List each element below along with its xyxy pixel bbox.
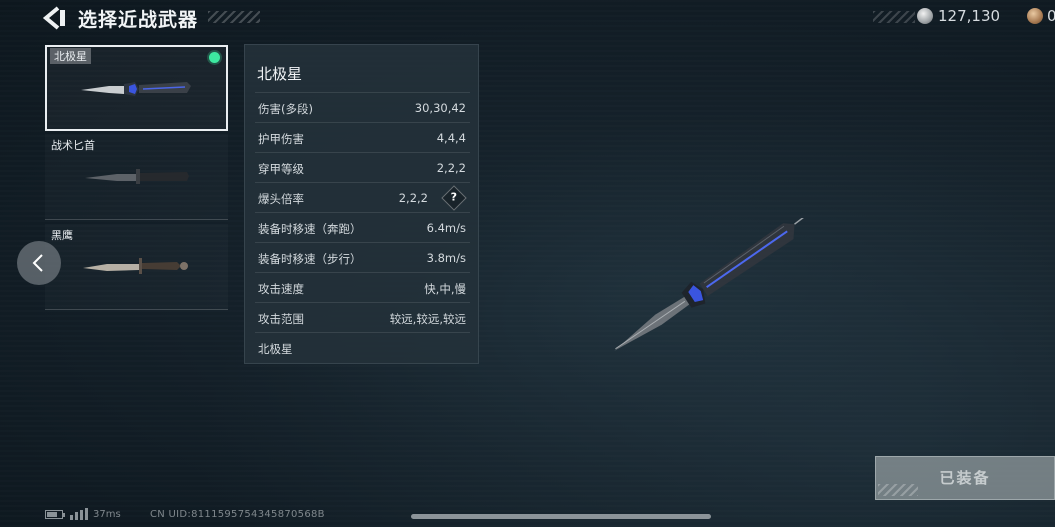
help-icon[interactable]: ? [441,185,467,211]
currency-decoration [873,11,915,23]
bronze-coin-amount: 0 [1047,7,1055,25]
home-indicator[interactable] [411,514,711,519]
status-footer: 37ms CN UID:8111595754345870568B [0,505,1055,527]
silver-coin-icon [917,8,933,24]
polaris-knife-render [614,218,807,351]
black-eagle-knife-image [83,258,188,274]
weapon-card-polaris[interactable]: 北极星 [45,45,228,131]
stat-value: 较远,较远,较远 [389,312,466,326]
stat-label: 装备时移速（奔跑） [258,222,362,236]
tactical-dagger-image [85,169,189,184]
stat-label: 穿甲等级 [258,162,304,176]
stat-label: 北极星 [258,342,293,356]
stat-label: 攻击速度 [258,282,304,296]
battery-icon [45,510,65,519]
stat-row-attack-range: 攻击范围 较远,较远,较远 [255,302,470,332]
stat-row-attack-speed: 攻击速度 快,中,慢 [255,272,470,302]
help-icon-glyph: ? [450,190,457,204]
stat-row-penetration: 穿甲等级 2,2,2 [255,152,470,182]
button-decoration [878,484,918,496]
polaris-knife-image [81,82,191,96]
signal-icon [70,508,88,520]
stat-label: 攻击范围 [258,312,304,326]
weapon-card-name: 战术匕首 [51,139,95,152]
bronze-coin-icon [1027,8,1043,24]
weapon-stats-panel: 北极星 伤害(多段) 30,30,42 护甲伤害 4,4,4 穿甲等级 2,2,… [244,44,479,364]
stat-value: 3.8m/s [426,251,466,265]
stat-row-run-speed: 装备时移速（奔跑） 6.4m/s [255,212,470,242]
page-title: 选择近战武器 [78,9,199,31]
back-arrow-icon[interactable] [40,6,68,30]
weapon-card-tactical-dagger[interactable]: 战术匕首 [45,134,228,220]
latency-text: 37ms [93,509,121,520]
stat-row-walk-speed: 装备时移速（步行） 3.8m/s [255,242,470,272]
weapon-card-black-eagle[interactable]: 黑鹰 [45,224,228,310]
title-decoration [208,11,260,23]
chevron-left-icon [32,254,43,272]
equipped-indicator [209,52,220,63]
stat-label: 装备时移速（步行） [258,252,362,266]
stat-label: 护甲伤害 [258,132,304,146]
player-uid: CN UID:8111595754345870568B [150,509,325,520]
stats-panel-title: 北极星 [257,65,303,83]
stat-value: 2,2,2 [398,191,428,205]
stat-value: 2,2,2 [436,161,466,175]
stat-label: 爆头倍率 [258,192,304,206]
stat-value: 30,30,42 [414,101,466,115]
stat-value: 快,中,慢 [424,282,466,296]
previous-button[interactable] [17,241,61,285]
weapon-card-name: 北极星 [50,48,91,64]
stat-label: 伤害(多段) [258,102,313,116]
stat-value: 6.4m/s [426,221,466,235]
top-bar: 选择近战武器 127,130 0 [0,0,1055,36]
stat-value: 4,4,4 [436,131,466,145]
stat-row-damage: 伤害(多段) 30,30,42 [255,92,470,122]
stat-row-headshot-multiplier: 爆头倍率 2,2,2 ? [255,182,470,212]
stat-row-armor-damage: 护甲伤害 4,4,4 [255,122,470,152]
stat-row-skin-name: 北极星 [255,332,470,362]
silver-coin-amount: 127,130 [938,7,1001,25]
